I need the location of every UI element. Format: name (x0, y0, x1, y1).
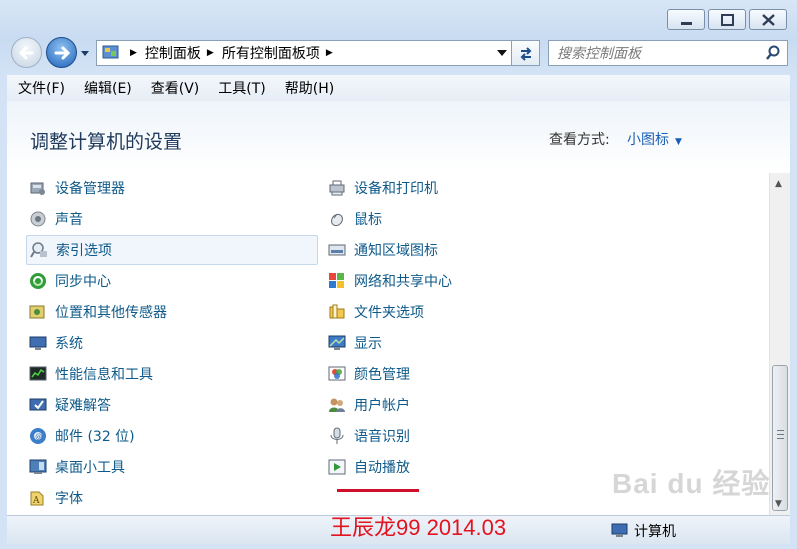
breadcrumb-separator-icon[interactable]: ▶ (326, 48, 333, 58)
computer-icon (611, 523, 628, 537)
grip-line (777, 438, 784, 439)
menu-edit[interactable]: 编辑(E) (73, 78, 140, 98)
item-color-management[interactable]: 颜色管理 (325, 359, 617, 389)
item-indexing-options[interactable]: 索引选项 (26, 235, 318, 265)
breadcrumb-all-items[interactable]: ▶ 所有控制面板项 ▶ (201, 43, 341, 63)
forward-button[interactable] (46, 37, 77, 68)
recent-pages-dropdown-icon[interactable] (80, 48, 90, 58)
grip-line (777, 434, 784, 435)
forward-arrow-icon (54, 46, 71, 60)
indexing-options-icon (30, 242, 47, 258)
menu-bar: 文件(F) 编辑(E) 查看(V) 工具(T) 帮助(H) (7, 75, 790, 102)
address-bar[interactable]: ▶ 控制面板 ▶ 所有控制面板项 ▶ (96, 40, 512, 66)
color-management-icon (328, 366, 346, 381)
back-arrow-icon (18, 46, 34, 60)
network-sharing-icon (329, 273, 344, 288)
search-box[interactable] (548, 40, 788, 67)
troubleshooting-icon (29, 398, 47, 411)
item-device-manager[interactable]: 设备管理器 (26, 173, 318, 203)
breadcrumb-control-panel[interactable]: ▶ 控制面板 (124, 43, 201, 63)
item-performance[interactable]: 性能信息和工具 (26, 359, 318, 389)
scroll-up-icon[interactable]: ▲ (775, 179, 782, 189)
refresh-icon (520, 47, 532, 61)
item-autoplay[interactable]: 自动播放 (325, 452, 617, 482)
mouse-icon (331, 213, 343, 227)
scrollbar-thumb[interactable] (772, 365, 788, 511)
refresh-button[interactable] (512, 40, 540, 66)
speech-recognition-icon (330, 427, 344, 444)
view-by-dropdown[interactable]: 小图标 ▼ (627, 129, 682, 149)
item-system[interactable]: 系统 (26, 328, 318, 358)
close-icon (762, 14, 775, 26)
fonts-icon: A (30, 491, 44, 506)
gadgets-icon (29, 459, 47, 474)
grip-line (777, 430, 784, 431)
autoplay-icon (328, 459, 346, 475)
chevron-down-icon[interactable]: ▼ (675, 137, 682, 147)
close-button[interactable] (749, 9, 787, 30)
svg-text:A: A (32, 496, 40, 506)
performance-icon (29, 366, 47, 381)
display-icon (328, 335, 346, 350)
sound-icon (30, 211, 46, 227)
minimize-icon (681, 22, 692, 25)
devices-printers-icon (329, 180, 345, 196)
menu-view[interactable]: 查看(V) (140, 78, 208, 98)
menu-tools[interactable]: 工具(T) (207, 78, 273, 98)
item-user-accounts[interactable]: 用户帐户 (325, 390, 617, 420)
user-accounts-annotation-underline (337, 489, 419, 492)
notification-icons-icon (328, 244, 346, 256)
location-sensors-icon (29, 305, 45, 319)
search-icon[interactable] (765, 45, 781, 61)
item-location-sensors[interactable]: 位置和其他传感器 (26, 297, 318, 327)
author-watermark: 王辰龙99 2014.03 (330, 515, 507, 540)
item-network-sharing[interactable]: 网络和共享中心 (325, 266, 617, 296)
control-panel-icon (102, 45, 119, 59)
window-frame: ▶控制面板 ▶所有控制面板项▶ 文件(F) 编辑(E) 查看(V) 工具(T) … (0, 0, 797, 549)
address-dropdown-icon[interactable] (497, 49, 507, 57)
device-manager-icon (30, 182, 45, 195)
sync-center-icon (30, 273, 46, 289)
breadcrumb-separator-icon[interactable]: ▶ (207, 48, 214, 58)
item-sound[interactable]: 声音 (26, 204, 318, 234)
view-by-label: 查看方式: (549, 132, 610, 148)
page-title: 调整计算机的设置 (30, 131, 183, 153)
mail-icon: @ (30, 428, 46, 444)
content-pane: 调整计算机的设置 查看方式: 小图标▼ 设备管理器 声音 索引选项 同步中心 (7, 101, 790, 515)
back-button[interactable] (11, 37, 42, 68)
status-computer: 计算机 (611, 521, 676, 541)
item-mouse[interactable]: 鼠标 (325, 204, 617, 234)
search-input[interactable] (549, 41, 769, 67)
breadcrumb-separator-icon[interactable]: ▶ (130, 48, 137, 58)
vertical-scrollbar[interactable]: ▲ ▼ (769, 173, 790, 515)
item-notification-icons[interactable]: 通知区域图标 (325, 235, 617, 265)
maximize-icon (721, 14, 734, 26)
minimize-button[interactable] (667, 9, 705, 30)
item-speech-recognition[interactable]: 语音识别 (325, 421, 617, 451)
folder-options-icon (329, 304, 345, 319)
system-icon (29, 336, 47, 350)
scroll-down-icon[interactable]: ▼ (775, 499, 782, 509)
item-gadgets[interactable]: 桌面小工具 (26, 452, 318, 482)
maximize-button[interactable] (708, 9, 746, 30)
menu-file[interactable]: 文件(F) (7, 78, 73, 98)
item-mail[interactable]: @ 邮件 (32 位) (26, 421, 318, 451)
item-troubleshooting[interactable]: 疑难解答 (26, 390, 318, 420)
item-display[interactable]: 显示 (325, 328, 617, 358)
item-folder-options[interactable]: 文件夹选项 (325, 297, 617, 327)
menu-help[interactable]: 帮助(H) (274, 78, 342, 98)
item-fonts[interactable]: A 字体 (26, 483, 318, 513)
baidu-jingyan-logo: Bai du 经验 (612, 468, 771, 499)
user-accounts-icon (329, 398, 345, 412)
item-sync-center[interactable]: 同步中心 (26, 266, 318, 296)
item-devices-printers[interactable]: 设备和打印机 (325, 173, 617, 203)
svg-text:@: @ (35, 433, 42, 441)
